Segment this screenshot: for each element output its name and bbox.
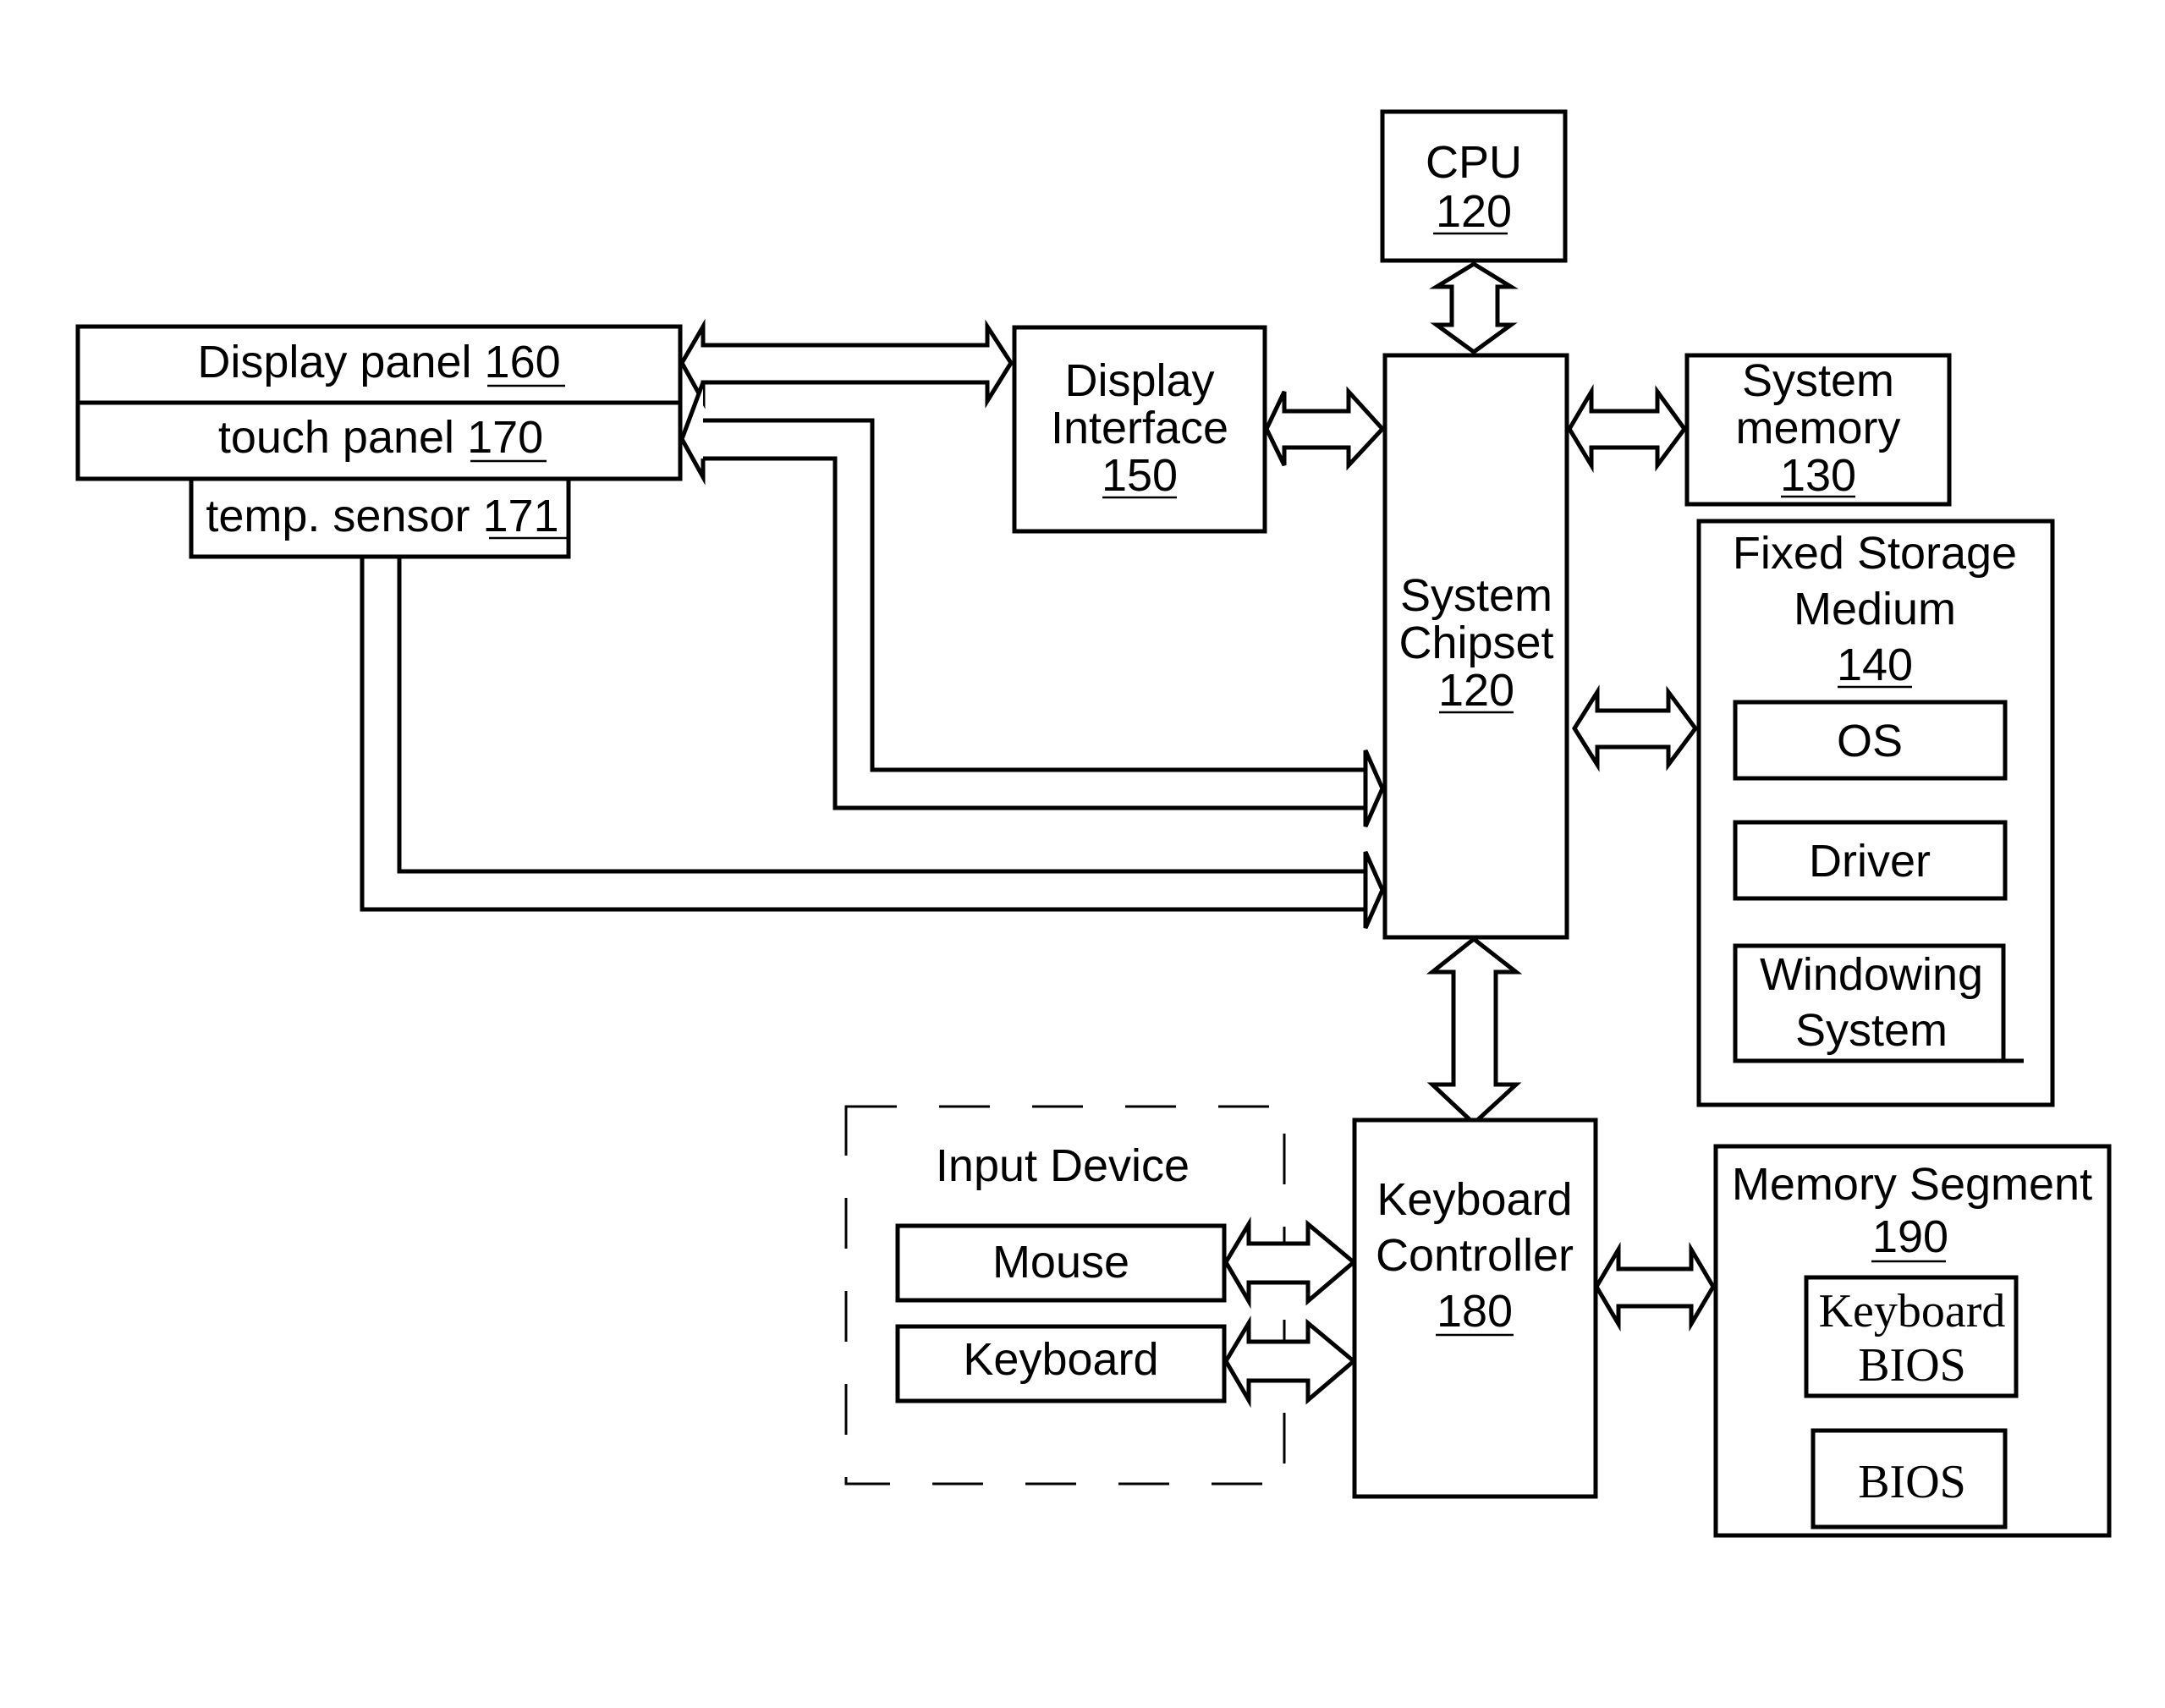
os-block: OS [1733,700,2008,781]
keyboard-block: Keyboard [895,1324,1227,1403]
keyboard-controller-label-line1: Keyboard [1376,1174,1572,1225]
cpu-label: CPU [1426,137,1522,188]
touch-panel-label: touch panel 170 [218,412,543,463]
memory-segment-block: Memory Segment 190 Keyboard BIOS BIOS [1713,1144,2112,1538]
system-memory-label-line1: System [1742,355,1894,406]
chipset-fixed-storage-arrow [1572,684,1699,772]
touch-panel-chipset-arrow-head [679,382,706,486]
mouse-block: Mouse [895,1223,1227,1303]
bios-label: BIOS [1858,1456,1966,1508]
keyboard-controller-label-line2: Controller [1376,1230,1574,1281]
driver-label: Driver [1809,836,1931,887]
system-memory-label-line2: memory [1735,403,1900,453]
fixed-storage-label-line1: Fixed Storage [1733,528,2017,579]
memory-segment-label: Memory Segment [1732,1159,2092,1210]
fixed-storage-ref: 140 [1837,640,1913,690]
system-memory-ref: 130 [1780,450,1856,501]
cpu-chipset-vertical-arrow [1429,261,1519,355]
system-memory-block: System memory 130 [1684,353,1952,507]
display-panel-interface-arrow [679,318,1014,409]
touch-panel-chipset-arrow-tip [1363,749,1385,828]
keyboard-keyboard-controller-arrow [1223,1315,1357,1409]
cpu-block: CPU 120 [1380,109,1568,263]
mouse-keyboard-controller-arrow [1223,1216,1357,1310]
temp-sensor-ref: 171 [483,491,559,541]
display-interface-chipset-arrow [1264,386,1386,471]
input-device-group: Input Device Mouse Keyboard [844,1105,1286,1486]
windowing-system-block: Windowing System [1733,943,2024,1063]
temp-sensor-chipset-wire [360,558,1365,912]
bios-block: BIOS [1811,1428,2008,1530]
cpu-ref: 120 [1436,186,1512,237]
system-chipset-block: System Chipset 120 [1382,353,1569,940]
keyboard-controller-memory-segment-arrow [1594,1241,1716,1332]
system-chipset-label-line1: System [1400,570,1552,621]
system-chipset-label-line2: Chipset [1398,618,1553,668]
windowing-system-label-line2: System [1795,1005,1948,1056]
display-interface-label-line2: Interface [1051,403,1228,453]
input-device-label: Input Device [936,1140,1190,1191]
windowing-system-label-line1: Windowing [1760,949,1983,1000]
temp-sensor-label: temp. sensor 171 [206,491,558,541]
display-panel-stack: Display panel 160 touch panel 170 temp. … [75,324,683,559]
display-panel-ref: 160 [485,337,561,387]
memory-segment-ref: 190 [1872,1211,1948,1262]
fixed-storage-block: Fixed Storage Medium 140 OS Driver Windo… [1696,519,2055,1107]
mouse-label: Mouse [992,1237,1129,1288]
keyboard-bios-label-line2: BIOS [1858,1339,1966,1392]
keyboard-bios-label-line1: Keyboard [1819,1285,2006,1337]
temp-sensor-chipset-arrow-tip [1363,850,1385,930]
chipset-system-memory-arrow [1567,383,1688,473]
display-interface-ref: 150 [1102,450,1178,501]
driver-block: Driver [1733,820,2008,901]
keyboard-controller-ref: 180 [1437,1286,1513,1337]
keyboard-controller-block: Keyboard Controller 180 [1352,1118,1598,1499]
block-diagram: CPU 120 System Chipset 120 System memory… [75,109,2112,1538]
keyboard-label: Keyboard [963,1334,1158,1385]
keyboard-bios-block: Keyboard BIOS [1804,1275,2019,1398]
os-label: OS [1837,716,1903,766]
fixed-storage-label-line2: Medium [1794,584,1956,634]
display-interface-label-line1: Display [1064,355,1214,406]
display-interface-block: Display Interface 150 [1012,325,1267,534]
touch-panel-ref: 170 [467,412,543,463]
display-panel-label: Display panel 160 [197,337,560,387]
system-chipset-ref: 120 [1438,665,1514,716]
chipset-keyboard-controller-arrow [1426,936,1523,1127]
